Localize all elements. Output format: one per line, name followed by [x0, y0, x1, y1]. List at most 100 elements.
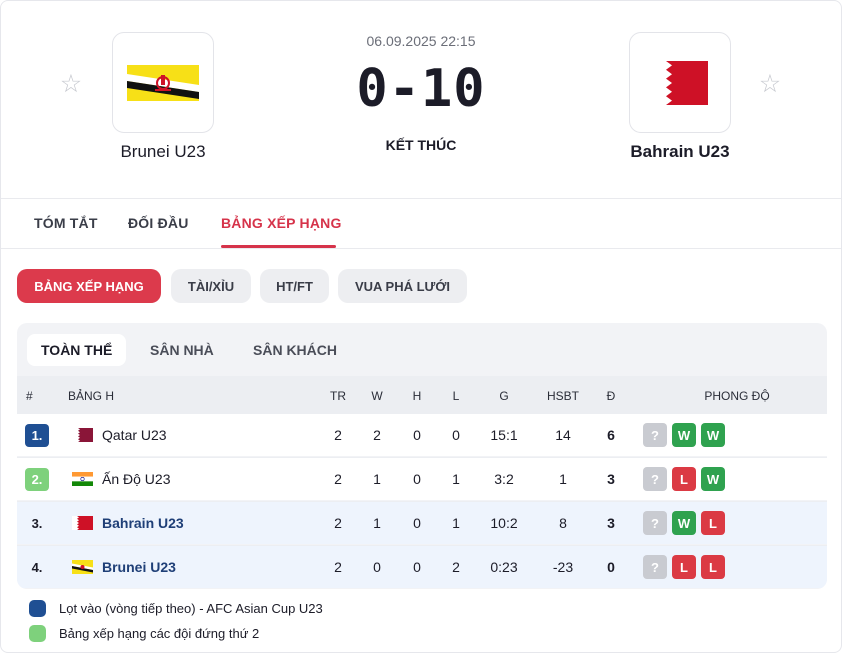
match-status: KẾT THÚC: [385, 137, 457, 153]
wins: 0: [373, 559, 381, 575]
team-name[interactable]: Bahrain U23: [102, 515, 184, 531]
form-win-badge[interactable]: W: [701, 467, 725, 491]
table-row[interactable]: 4. Brunei U23 2 0 0 2 0:23 -23 0 ? L L: [17, 545, 827, 588]
played: 2: [334, 471, 342, 487]
standings-table: TOÀN THỂ SÂN NHÀ SÂN KHÁCH # BẢNG H TR W…: [17, 323, 827, 589]
table-row[interactable]: 1. Qatar U23 2 2 0 0 15:1 14 6 ? W W: [17, 413, 827, 456]
points: 0: [607, 559, 615, 575]
col-goals: G: [499, 389, 509, 403]
losses: 2: [452, 559, 460, 575]
team-name[interactable]: Ấn Độ U23: [102, 471, 170, 487]
goal-diff: 14: [555, 427, 571, 443]
draws: 0: [413, 427, 421, 443]
played: 2: [334, 427, 342, 443]
legend-swatch: [29, 600, 46, 617]
bahrain-flag-icon: [72, 516, 93, 530]
losses: 0: [452, 427, 460, 443]
wins: 2: [373, 427, 381, 443]
col-draws: H: [412, 389, 422, 403]
away-team-name[interactable]: Bahrain U23: [600, 142, 760, 162]
rank-badge: 4.: [31, 560, 43, 575]
draws: 0: [413, 471, 421, 487]
tab-summary[interactable]: TÓM TẮT: [34, 215, 98, 231]
brunei-flag-icon: [127, 64, 199, 101]
col-wins: W: [371, 389, 383, 403]
team-name[interactable]: Brunei U23: [102, 559, 176, 575]
draws: 0: [413, 559, 421, 575]
favorite-star-icon[interactable]: ☆: [757, 71, 783, 97]
col-rank: #: [26, 389, 33, 403]
form-win-badge[interactable]: W: [672, 511, 696, 535]
home-team-logo[interactable]: [112, 32, 214, 133]
match-page: ☆ Brunei U23 06.09.2025 22:15 0-10 KẾT T…: [0, 0, 842, 653]
table-row[interactable]: 3. Bahrain U23 2 1 0 1 10:2 8 3 ? W L: [17, 501, 827, 544]
goal-diff: 1: [559, 471, 567, 487]
rank-badge: 3.: [31, 516, 43, 531]
rank-badge: 2.: [25, 468, 49, 491]
form-badges: ? L W: [643, 467, 725, 491]
team-name[interactable]: Qatar U23: [102, 427, 167, 443]
table-header: # BẢNG H TR W H L G HSBT Đ PHONG ĐỘ: [17, 376, 827, 413]
subtab-overall[interactable]: TOÀN THỂ: [27, 334, 127, 366]
goal-diff: 8: [559, 515, 567, 531]
legend-swatch: [29, 625, 46, 642]
active-tab-indicator: [221, 245, 336, 248]
form-unknown-badge[interactable]: ?: [643, 511, 667, 535]
away-team-logo[interactable]: [629, 32, 731, 133]
losses: 1: [452, 471, 460, 487]
form-loss-badge[interactable]: L: [672, 555, 696, 579]
wins: 1: [373, 515, 381, 531]
form-badges: ? W L: [643, 511, 725, 535]
match-datetime: 06.09.2025 22:15: [366, 33, 476, 49]
legend-item-qualify: Lọt vào (vòng tiếp theo) - AFC Asian Cup…: [29, 600, 323, 617]
qatar-flag-icon: [72, 428, 93, 442]
filter-standings-button[interactable]: BẢNG XẾP HẠNG: [17, 269, 161, 303]
col-group: BẢNG H: [68, 389, 115, 403]
india-flag-icon: [72, 472, 93, 486]
match-score: 0-10: [356, 59, 486, 119]
goals: 10:2: [490, 515, 518, 531]
filter-ht-ft-button[interactable]: HT/FT: [260, 269, 329, 303]
goal-diff: -23: [552, 559, 574, 575]
form-unknown-badge[interactable]: ?: [643, 423, 667, 447]
form-loss-badge[interactable]: L: [701, 511, 725, 535]
form-loss-badge[interactable]: L: [672, 467, 696, 491]
form-unknown-badge[interactable]: ?: [643, 555, 667, 579]
goals: 15:1: [490, 427, 518, 443]
col-goal-diff: HSBT: [546, 389, 579, 403]
tab-standings[interactable]: BẢNG XẾP HẠNG: [221, 215, 342, 231]
brunei-flag-icon: [72, 560, 93, 574]
points: 6: [607, 427, 615, 443]
losses: 1: [452, 515, 460, 531]
match-header: ☆ Brunei U23 06.09.2025 22:15 0-10 KẾT T…: [1, 1, 841, 199]
bahrain-flag-icon: [652, 60, 708, 105]
filter-top-scorers-button[interactable]: VUA PHÁ LƯỚI: [338, 269, 467, 303]
col-form: PHONG ĐỘ: [704, 389, 770, 403]
match-tabs: TÓM TẮT ĐỐI ĐẦU BẢNG XẾP HẠNG: [1, 200, 841, 249]
col-losses: L: [452, 389, 460, 403]
table-row[interactable]: 2. Ấn Độ U23 2 1 0 1 3:2 1 3 ? L W: [17, 457, 827, 500]
draws: 0: [413, 515, 421, 531]
form-badges: ? W W: [643, 423, 725, 447]
points: 3: [607, 515, 615, 531]
favorite-star-icon[interactable]: ☆: [58, 71, 84, 97]
home-team-name[interactable]: Brunei U23: [83, 142, 243, 162]
subtab-away[interactable]: SÂN KHÁCH: [239, 334, 351, 366]
points: 3: [607, 471, 615, 487]
col-points: Đ: [606, 389, 616, 403]
filter-over-under-button[interactable]: TÀI/XỈU: [171, 269, 251, 303]
form-unknown-badge[interactable]: ?: [643, 467, 667, 491]
played: 2: [334, 515, 342, 531]
form-win-badge[interactable]: W: [672, 423, 696, 447]
tab-head-to-head[interactable]: ĐỐI ĐẦU: [128, 215, 189, 231]
legend-item-second: Bảng xếp hạng các đội đứng thứ 2: [29, 625, 259, 642]
form-win-badge[interactable]: W: [701, 423, 725, 447]
form-loss-badge[interactable]: L: [701, 555, 725, 579]
subtab-home[interactable]: SÂN NHÀ: [136, 334, 228, 366]
legend-text: Lọt vào (vòng tiếp theo) - AFC Asian Cup…: [59, 601, 323, 616]
goals: 0:23: [490, 559, 518, 575]
standings-subtabs: TOÀN THỂ SÂN NHÀ SÂN KHÁCH: [17, 323, 827, 376]
wins: 1: [373, 471, 381, 487]
rank-badge: 1.: [25, 424, 49, 447]
played: 2: [334, 559, 342, 575]
